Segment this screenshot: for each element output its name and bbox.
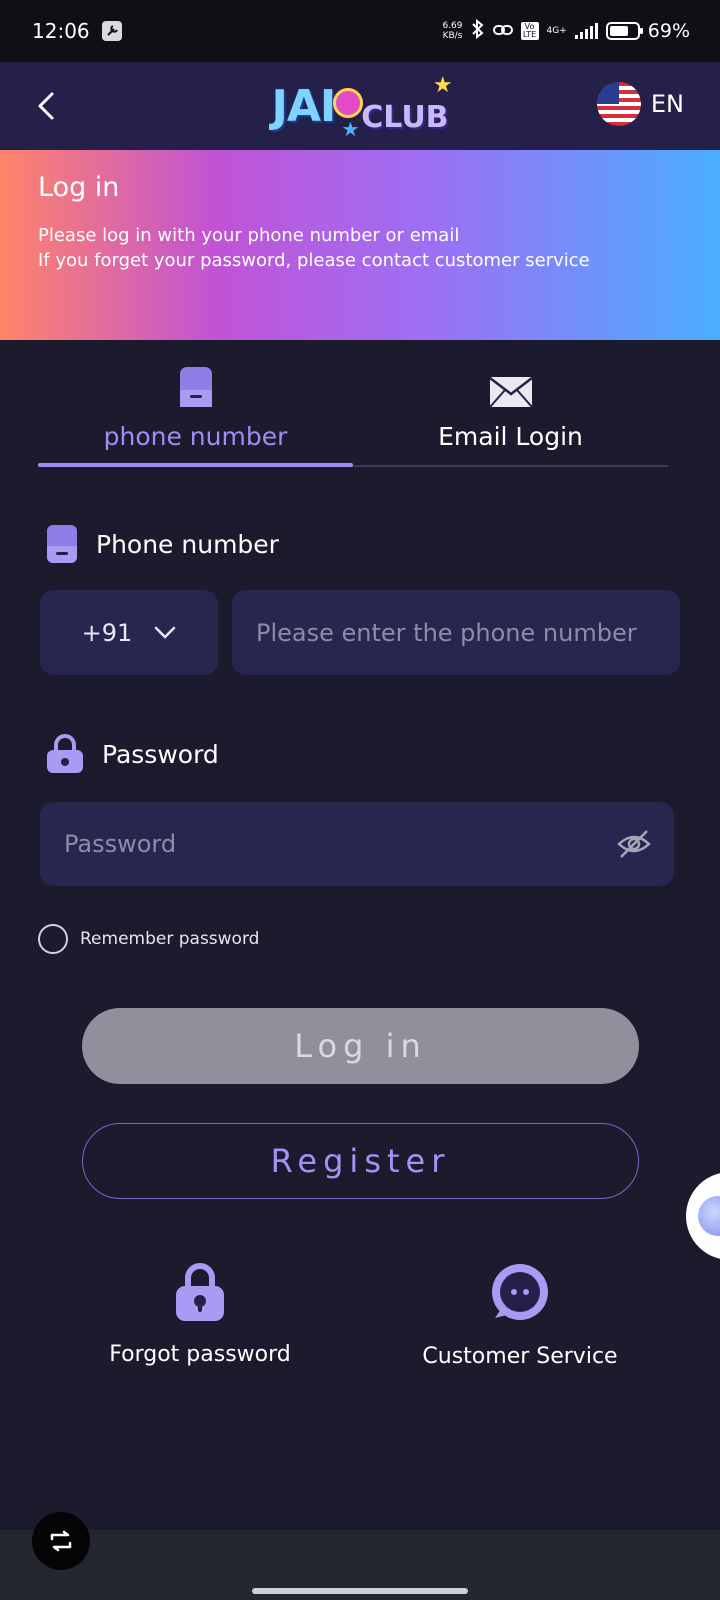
chat-bubble-icon xyxy=(492,1264,548,1320)
forgot-password-link[interactable]: Forgot password xyxy=(100,1262,300,1367)
customer-service-link[interactable]: Customer Service xyxy=(410,1262,630,1369)
network-speed-value: 6.69 xyxy=(442,21,463,31)
tab-phone-number[interactable]: phone number xyxy=(38,352,353,467)
password-field xyxy=(40,802,674,886)
tab-phone-label: phone number xyxy=(103,422,288,451)
signal-icon xyxy=(574,23,598,39)
battery-percent: 69% xyxy=(647,20,690,42)
forgot-password-label: Forgot password xyxy=(109,1342,291,1367)
status-time: 12:06 xyxy=(32,19,90,43)
status-bar: 12:06 6.69 KB/s Vo LTE 4G+ 69% xyxy=(0,0,720,62)
login-button[interactable]: Log in xyxy=(82,1008,639,1084)
logo-text-club: CLUB xyxy=(361,99,449,135)
tab-email-login[interactable]: Email Login xyxy=(353,352,668,465)
poker-chip-icon xyxy=(333,88,364,118)
remember-password-label: Remember password xyxy=(80,929,260,949)
network-type: 4G+ xyxy=(546,26,567,36)
phone-icon xyxy=(47,525,77,563)
app-logo: JAI CLUB ★ ★ xyxy=(271,71,452,141)
floating-assist-button[interactable] xyxy=(686,1172,720,1260)
phone-label-text: Phone number xyxy=(96,529,279,559)
banner-line-2: If you forget your password, please cont… xyxy=(38,250,590,271)
login-banner: Log in Please log in with your phone num… xyxy=(0,150,720,340)
network-speed: 6.69 KB/s xyxy=(442,21,462,41)
remember-password-option[interactable]: Remember password xyxy=(38,924,259,954)
language-label: EN xyxy=(650,90,684,118)
screen-rotate-button[interactable] xyxy=(32,1512,90,1570)
us-flag-icon xyxy=(596,82,641,126)
back-button[interactable] xyxy=(26,84,66,128)
password-label-text: Password xyxy=(102,739,219,769)
country-code-value: +91 xyxy=(81,618,133,647)
password-field-label: Password xyxy=(46,734,219,774)
wrench-icon xyxy=(101,21,122,41)
link-icon xyxy=(492,22,513,41)
envelope-icon xyxy=(488,377,533,408)
login-method-tabs: phone number Email Login xyxy=(38,352,668,467)
password-input[interactable] xyxy=(40,802,674,886)
eye-off-icon xyxy=(617,830,651,858)
language-selector[interactable]: EN xyxy=(596,82,684,126)
assist-icon xyxy=(698,1196,720,1236)
logo-text-jai: JAI xyxy=(271,80,336,132)
bluetooth-icon xyxy=(471,18,485,43)
register-button[interactable]: Register xyxy=(82,1123,639,1199)
lock-icon xyxy=(176,1263,224,1321)
customer-service-label: Customer Service xyxy=(422,1344,618,1369)
battery-fill xyxy=(609,26,628,36)
country-code-select[interactable]: +91 xyxy=(40,590,218,675)
phone-input[interactable] xyxy=(232,590,680,675)
small-star-icon: ★ xyxy=(341,117,360,141)
gesture-handle[interactable] xyxy=(252,1588,468,1594)
banner-line-1: Please log in with your phone number or … xyxy=(38,225,460,246)
volte-badge: Vo LTE xyxy=(520,22,539,40)
battery-icon xyxy=(605,22,643,40)
chevron-down-icon xyxy=(155,626,176,639)
app-header: JAI CLUB ★ ★ EN xyxy=(0,62,720,150)
chevron-left-icon xyxy=(38,92,54,120)
toggle-password-visibility[interactable] xyxy=(616,826,652,862)
status-icons: 6.69 KB/s Vo LTE 4G+ 69% xyxy=(442,18,690,43)
rotate-icon xyxy=(50,1530,72,1552)
phone-field-label: Phone number xyxy=(46,524,279,564)
star-icon: ★ xyxy=(432,73,453,98)
tab-email-label: Email Login xyxy=(438,422,583,451)
lock-icon xyxy=(47,734,83,773)
banner-title: Log in xyxy=(38,172,120,203)
network-speed-unit: KB/s xyxy=(442,31,463,41)
remember-password-radio[interactable] xyxy=(38,924,68,954)
phone-icon xyxy=(179,367,212,407)
